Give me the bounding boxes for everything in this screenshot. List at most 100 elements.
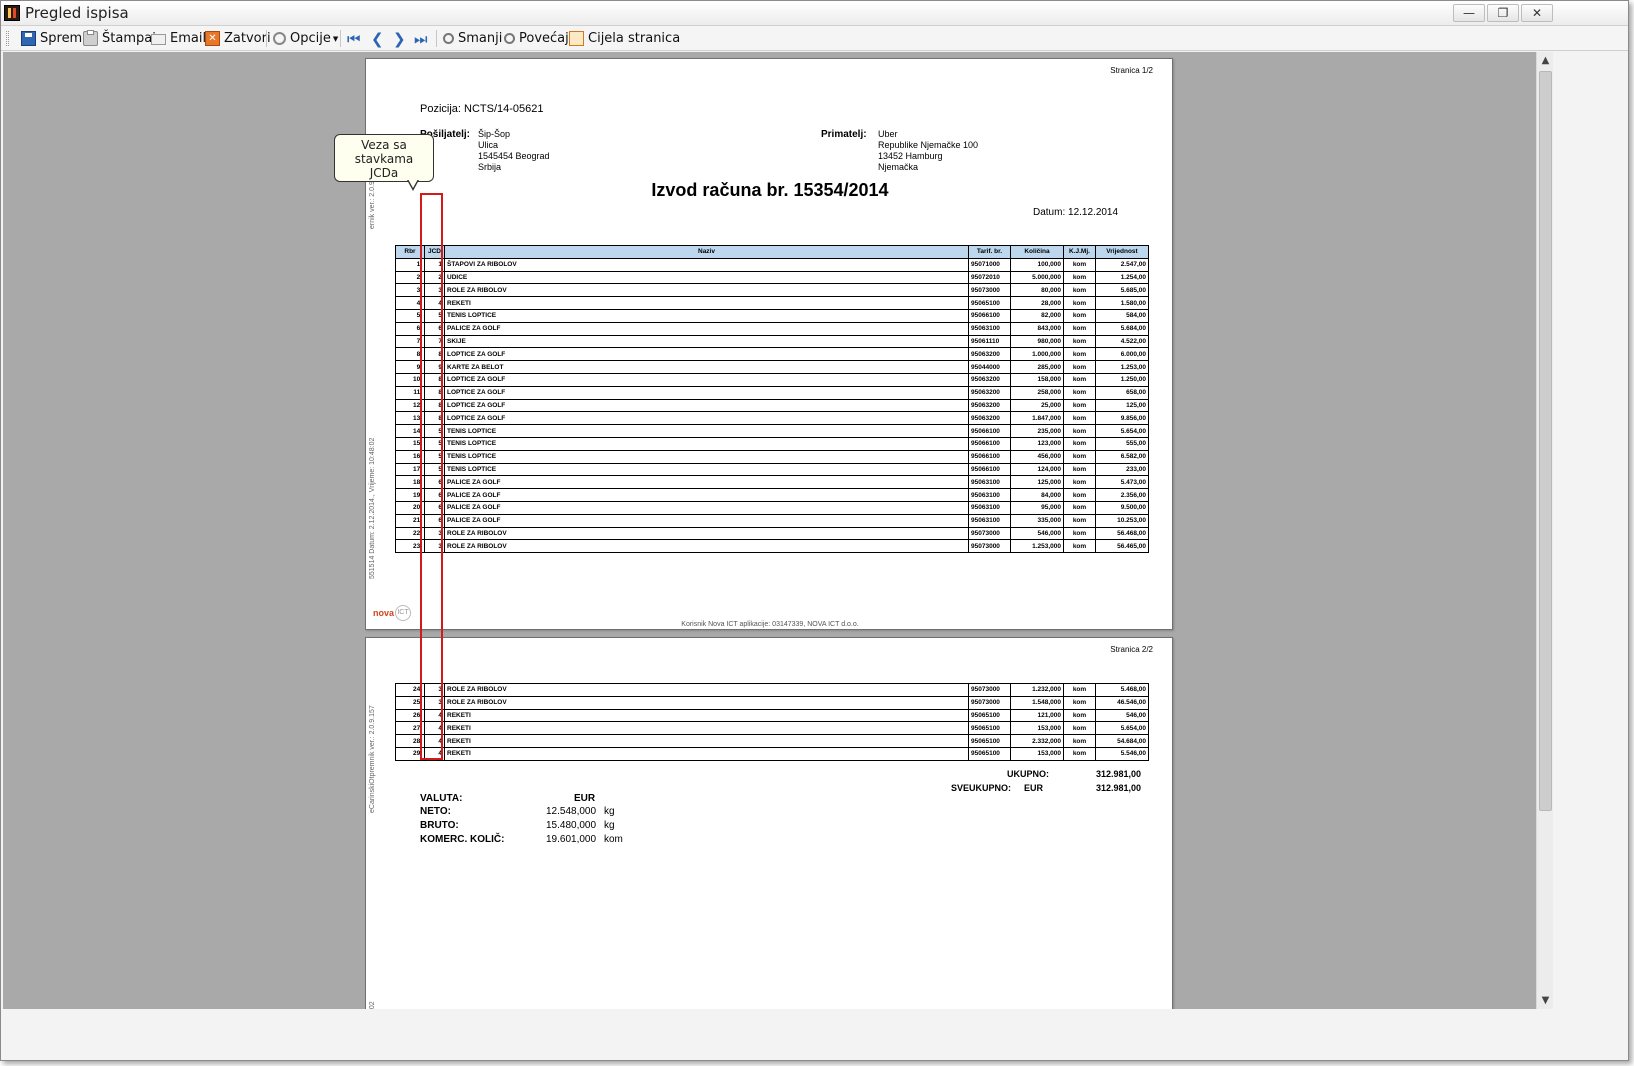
cell-kjmj: kom [1063,257,1096,272]
app-icon [4,5,20,21]
next-page-button[interactable]: ❯ [393,29,406,48]
col-header-kjmj: K.J.Mj. [1063,245,1096,259]
scroll-thumb[interactable] [1539,71,1552,811]
callout-line: Veza sa [361,138,407,152]
zoom-out-label: Smanji [458,31,503,46]
minimize-button[interactable]: — [1453,4,1485,22]
side-number-text: 302 [369,1001,376,1009]
cell-vrijednost: 5.684,00 [1095,321,1149,336]
sender-line: Ulica [478,140,499,150]
cell-kolicina: 28,000 [1010,296,1064,310]
cell-naziv: REKETI [444,721,969,736]
title-bar: Pregled ispisa — ❐ ✕ [1,1,1628,26]
whole-page-button[interactable]: Cijela stranica [569,29,680,48]
whole-page-label: Cijela stranica [588,31,681,46]
gear-icon [273,32,286,45]
report-viewer[interactable]: Stranica 1/2 ernik ver.: 2.0.9.157 55151… [3,52,1536,1009]
sender-line: 1545454 Beograd [478,151,550,161]
cell-naziv: PALICE ZA GOLF [444,475,969,490]
cell-vrijednost: 5.546,00 [1095,746,1149,761]
receiver-line: Njemačka [878,162,919,172]
first-page-button[interactable]: ⏮ [347,29,361,48]
prev-page-button[interactable]: ❮ [371,29,384,48]
cell-vrijednost: 1.580,00 [1095,296,1149,310]
cell-vrijednost: 6.582,00 [1095,449,1149,464]
page-footer: Korisnik Nova ICT aplikacije: 03147339, … [681,621,859,628]
cell-tarif: 95066100 [968,424,1011,438]
cell-naziv: LOPTICE ZA GOLF [444,398,969,413]
cell-vrijednost: 10.253,00 [1095,513,1149,528]
summary-value: 19.601,000 [546,834,597,845]
last-page-button[interactable]: ⏭ [414,29,428,48]
vertical-scrollbar[interactable]: ▲ ▼ [1536,52,1553,1009]
side-version-text: eCarinskiOtpremnik ver.: 2.0.9.157 [369,705,376,813]
col-header-tarif: Tarif. br. [968,245,1011,259]
cell-naziv: TENIS LOPTICE [444,462,969,477]
fit-page-icon [569,31,584,46]
cell-kjmj: kom [1063,449,1096,464]
zoom-out-button[interactable]: Smanji [443,29,502,48]
cell-kjmj: kom [1063,462,1096,477]
sender-address: Šip-Šop Ulica 1545454 Beograd Srbija [478,129,550,173]
scroll-up-icon[interactable]: ▲ [1537,52,1554,69]
table-row: 26. 4 REKETI 95065100 121,000 kom 546,00 [395,708,1149,723]
cell-vrijednost: 54.684,00 [1095,734,1149,748]
zoom-in-button[interactable]: Povećaj [504,29,569,48]
cell-kolicina: 235,000 [1010,424,1064,438]
table-row: 29. 4 REKETI 95065100 153,000 kom 5.546,00 [395,746,1149,761]
cell-naziv: TENIS LOPTICE [444,424,969,438]
summary-label: KOMERC. KOLIČ: [420,834,505,845]
chevron-down-icon: ▼ [332,34,339,43]
email-button[interactable]: Email [151,29,206,48]
cell-tarif: 95063200 [968,411,1011,426]
cell-tarif: 95063100 [968,321,1011,336]
save-button[interactable]: Spremi [21,29,86,48]
options-dropdown[interactable]: Opcije ▼ [273,29,338,48]
cell-kjmj: kom [1063,500,1096,515]
table-row: 2. 2 UDICE 95072010 5.000,000 kom 1.254,00 [395,270,1149,285]
cell-kolicina: 285,000 [1010,360,1064,374]
grand-total-label: SVEUKUPNO: [951,783,1012,793]
cell-naziv: TENIS LOPTICE [444,308,969,323]
table-row: 4. 4 REKETI 95065100 28,000 kom 1.580,00 [395,296,1149,310]
summary-label: NETO: [420,806,451,817]
cell-tarif: 95073000 [968,283,1011,298]
sender-line: Srbija [478,162,502,172]
cell-vrijednost: 56.468,00 [1095,526,1149,541]
table-row: 24. 3 ROLE ZA RIBOLOV 95073000 1.232,000 kom 5… [395,683,1149,697]
cell-kolicina: 843,000 [1010,321,1064,336]
cell-naziv: ROLE ZA RIBOLOV [444,526,969,541]
cell-kolicina: 546,000 [1010,526,1064,541]
print-button[interactable]: Štampaj [83,29,156,48]
cell-tarif: 95071000 [968,257,1011,272]
report-page-1: Stranica 1/2 ernik ver.: 2.0.9.157 55151… [365,58,1173,630]
cell-kolicina: 124,000 [1010,462,1064,477]
summary-value: 12.548,000 [546,806,597,817]
items-table-continued: 24. 3 ROLE ZA RIBOLOV 95073000 1.232,000 kom 5… [395,683,1149,761]
cell-kolicina: 1.847,000 [1010,411,1064,426]
cell-tarif: 95073000 [968,539,1011,554]
toolbar: Spremi Štampaj Email ✕ Zatvori Opcije ▼ … [1,26,1628,51]
cell-naziv: TENIS LOPTICE [444,436,969,451]
cell-vrijednost: 1.253,00 [1095,360,1149,374]
cell-kolicina: 153,000 [1010,746,1064,761]
logo-nova-text: nova [373,608,395,618]
cell-naziv: KARTE ZA BELOT [444,360,969,374]
close-report-button[interactable]: ✕ Zatvori [205,29,271,48]
items-table: Rbr JCD Naziv Tarif. br. Količina K.J.Mj… [395,245,1149,554]
close-window-button[interactable]: ✕ [1521,4,1553,22]
restore-button[interactable]: ❐ [1487,4,1519,22]
cell-tarif: 95073000 [968,683,1011,697]
close-icon: ✕ [205,31,220,46]
last-page-icon: ⏭ [414,29,428,48]
printer-icon [83,30,98,46]
table-row: 14. 5 TENIS LOPTICE 95066100 235,000 kom 5.654… [395,424,1149,438]
cell-vrijednost: 546,00 [1095,708,1149,723]
prev-page-icon: ❮ [371,29,384,48]
scroll-down-icon[interactable]: ▼ [1537,992,1554,1009]
receiver-line: 13452 Hamburg [878,151,943,161]
report-page-2: Stranica 2/2 eCarinskiOtpremnik ver.: 2.… [365,637,1173,1009]
cell-naziv: ROLE ZA RIBOLOV [444,539,969,554]
cell-vrijednost: 46.546,00 [1095,695,1149,710]
cell-kjmj: kom [1063,424,1096,438]
